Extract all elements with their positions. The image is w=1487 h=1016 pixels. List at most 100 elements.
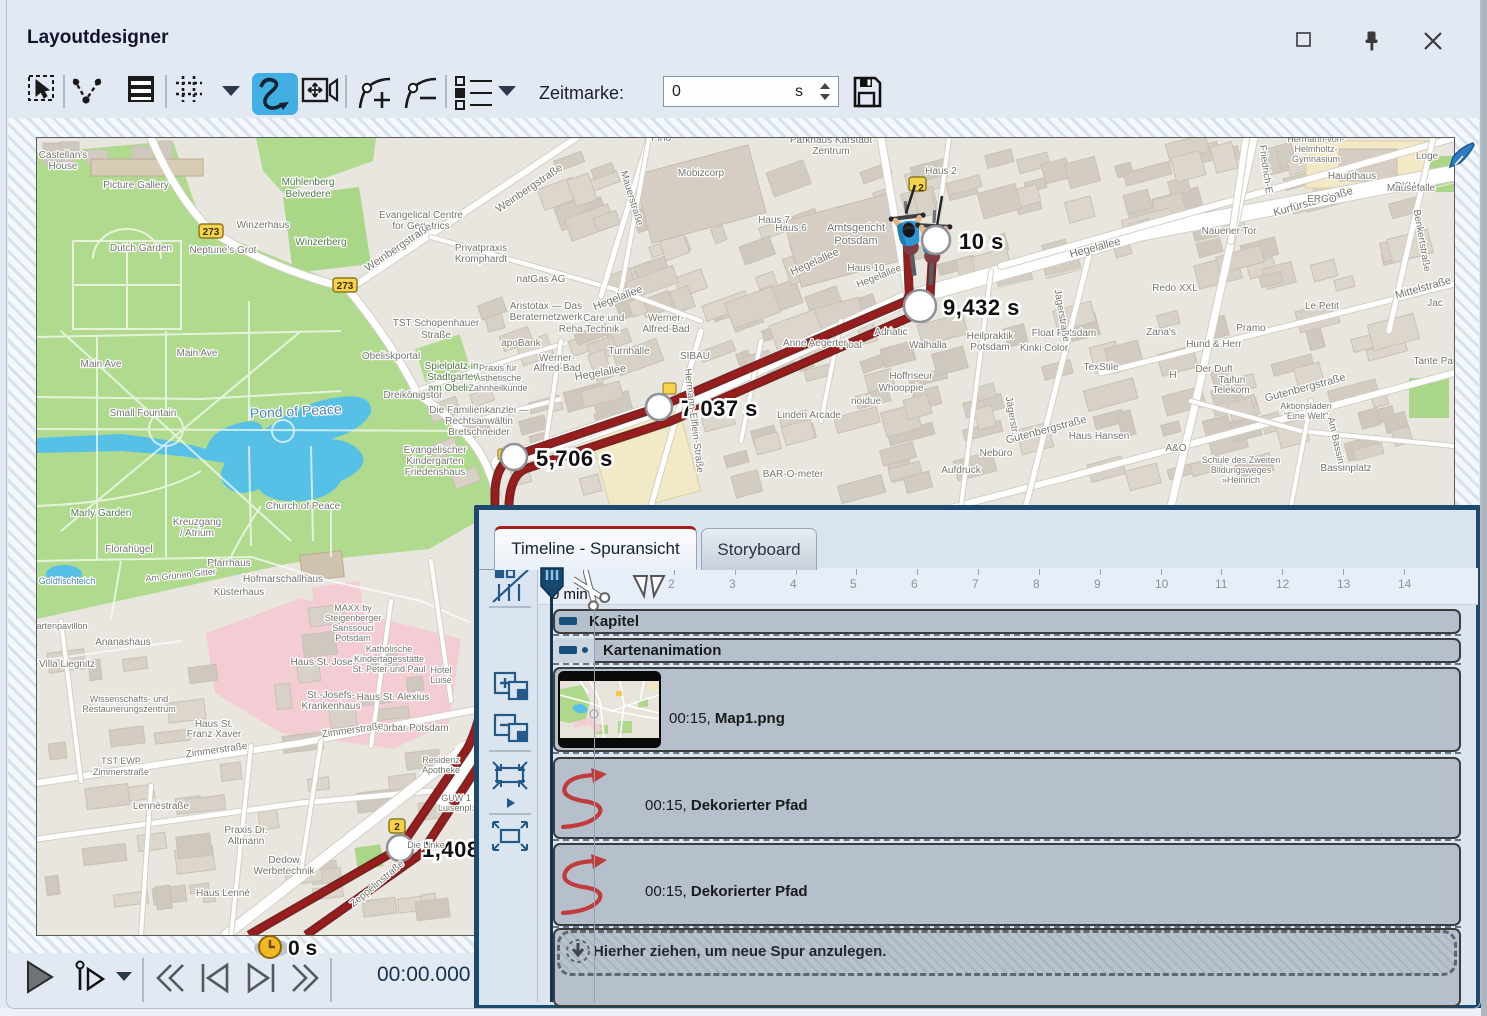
svg-text:Lennéstraße: Lennéstraße [133,801,190,812]
svg-text:Luise: Luise [430,675,452,685]
svg-text:Kreuzgang: Kreuzgang [173,517,221,528]
svg-text:TexStile: TexStile [1083,362,1118,373]
svg-text:Evangelischer: Evangelischer [404,445,467,456]
svg-text:"Eine Welt": "Eine Welt" [1284,411,1329,421]
svg-text:TST EWP: TST EWP [101,756,141,766]
svg-text:Potsdam: Potsdam [335,633,371,643]
svg-text:Tante Pau: Tante Pau [1413,356,1455,367]
svg-text:Haus St. Alexius: Haus St. Alexius [357,692,430,703]
svg-text:Werner-: Werner- [648,313,684,324]
svg-text:Hermann-von-: Hermann-von- [1287,137,1345,144]
svg-text:Florahügel: Florahügel [105,544,152,555]
svg-text:Haupthaus: Haupthaus [1328,171,1376,182]
svg-text:Hotel: Hotel [430,665,451,675]
svg-text:BAR-O-meter: BAR-O-meter [763,469,824,480]
svg-text:noidue: noidue [851,396,881,407]
svg-text:Residenz: Residenz [422,755,460,765]
svg-text:Jac: Jac [1427,298,1443,309]
svg-text:5,706 s: 5,706 s [536,446,613,471]
svg-text:Dutch Garden: Dutch Garden [110,243,172,254]
svg-text:Ananashaus: Ananashaus [95,637,151,648]
svg-text:2: 2 [394,822,400,833]
svg-text:Reha Technik: Reha Technik [559,324,620,335]
svg-text:Kindertagesstätte: Kindertagesstätte [354,654,424,664]
svg-text:Friedenshaus: Friedenshaus [405,467,466,478]
svg-text:Zimmerstraße: Zimmerstraße [93,767,149,777]
svg-text:273: 273 [203,227,220,238]
svg-text:Hofmarschallhaus: Hofmarschallhaus [243,574,323,585]
svg-text:Winzerhaus: Winzerhaus [237,220,290,231]
svg-text:Anne Aegerter: Anne Aegerter [783,338,848,349]
svg-text:apoBank: apoBank [501,338,541,349]
svg-text:Aktionsladen: Aktionsladen [1280,401,1332,411]
svg-text:Turnhalle: Turnhalle [608,346,650,357]
svg-text:Potsdam: Potsdam [834,235,877,247]
svg-text:Küsterhaus: Küsterhaus [214,587,265,598]
svg-text:Loge: Loge [1416,151,1439,162]
svg-text:Der Duft: Der Duft [1195,364,1232,375]
svg-text:Nauener Tor: Nauener Tor [1202,226,1258,237]
svg-text:Die Linke: Die Linke [407,840,445,850]
svg-text:Evangelical Centre: Evangelical Centre [379,210,463,221]
svg-text:Hund & Herr: Hund & Herr [1186,339,1242,350]
svg-text:Pino: Pino [651,137,671,144]
svg-text:Sanssouci: Sanssouci [332,623,374,633]
svg-text:Dedow: Dedow [268,855,300,866]
svg-text:Potsdam: Potsdam [970,342,1009,353]
svg-text:Krankenhaus: Krankenhaus [302,701,361,712]
svg-text:Aristotax — Das: Aristotax — Das [510,301,582,312]
svg-text:Mühlenberg: Mühlenberg [282,177,335,188]
svg-text:Small Fountain: Small Fountain [110,408,177,419]
svg-text:Bildungsweges: Bildungsweges [1211,465,1272,475]
svg-text:H: H [1169,370,1176,381]
svg-text:Church of Peace: Church of Peace [266,501,341,512]
svg-text:Winzerberg: Winzerberg [295,237,346,248]
svg-text:Dreikönigstor: Dreikönigstor [384,390,444,401]
svg-text:Kindergarten: Kindergarten [406,456,463,467]
svg-text:Haus 2: Haus 2 [925,166,957,177]
svg-text:Helmholtz-: Helmholtz- [1294,144,1337,154]
svg-text:Castellan's: Castellan's [39,150,88,161]
svg-text:ERGO: ERGO [1307,194,1337,205]
svg-text:Picture Gallery: Picture Gallery [103,180,169,191]
svg-text:Amtsgericht: Amtsgericht [827,222,885,234]
svg-text:Linden Arcade: Linden Arcade [777,410,841,421]
svg-text:Zentrum: Zentrum [812,146,849,157]
svg-text:2: 2 [918,183,924,194]
svg-text:Taifun: Taifun [1219,375,1246,386]
svg-text:Haus 7: Haus 7 [758,215,790,226]
svg-text:Belvedere: Belvedere [285,189,330,200]
svg-text:natGas AG: natGas AG [517,274,566,285]
svg-text:Privatpraxis: Privatpraxis [455,243,507,254]
svg-text:GUW 1: GUW 1 [441,793,471,803]
svg-text:273: 273 [337,281,354,292]
svg-text:»Heinrich: »Heinrich [1222,475,1260,485]
svg-text:Schule des Zweiten: Schule des Zweiten [1202,455,1281,465]
svg-text:St. Peter und Paul: St. Peter und Paul [352,664,425,674]
svg-text:Bassinplatz: Bassinplatz [1320,463,1371,474]
svg-text:10 s: 10 s [959,229,1004,254]
svg-text:TST Schopenhauer: TST Schopenhauer [393,318,480,329]
svg-text:Main Ave: Main Ave [81,359,122,370]
svg-text:Haus Lenné: Haus Lenné [196,888,250,899]
svg-text:Heilpraktik: Heilpraktik [967,331,1015,342]
svg-text:Katholische: Katholische [366,644,413,654]
svg-text:Aufdruck: Aufdruck [941,465,981,476]
svg-text:hörbar Potsdam: hörbar Potsdam [377,723,448,734]
svg-text:Goldfischteich: Goldfischteich [39,576,96,586]
svg-text:/ Atrium: / Atrium [180,528,214,539]
svg-text:Spielplatz im: Spielplatz im [425,361,482,372]
svg-text:Kinki Color: Kinki Color [1020,343,1069,354]
svg-text:Villa Liegnitz: Villa Liegnitz [39,659,95,670]
svg-text:Pfarrhaus: Pfarrhaus [207,558,250,569]
svg-text:MAXX by: MAXX by [334,603,372,613]
svg-text:Walhalla: Walhalla [909,340,947,351]
svg-text:St.-Josefs-: St.-Josefs- [307,690,355,701]
svg-text:Zahnheilkunde: Zahnheilkunde [468,383,527,393]
svg-text:Straße: Straße [421,330,451,341]
svg-text:Kromphardt: Kromphardt [455,254,507,265]
svg-text:Kartenpavillon: Kartenpavillon [36,621,88,631]
svg-text:Neptune's Grot: Neptune's Grot [190,245,257,256]
svg-text:Rechtsanwältin: Rechtsanwältin [445,416,513,427]
svg-text:Zeitmarke:: Zeitmarke: [539,83,624,103]
